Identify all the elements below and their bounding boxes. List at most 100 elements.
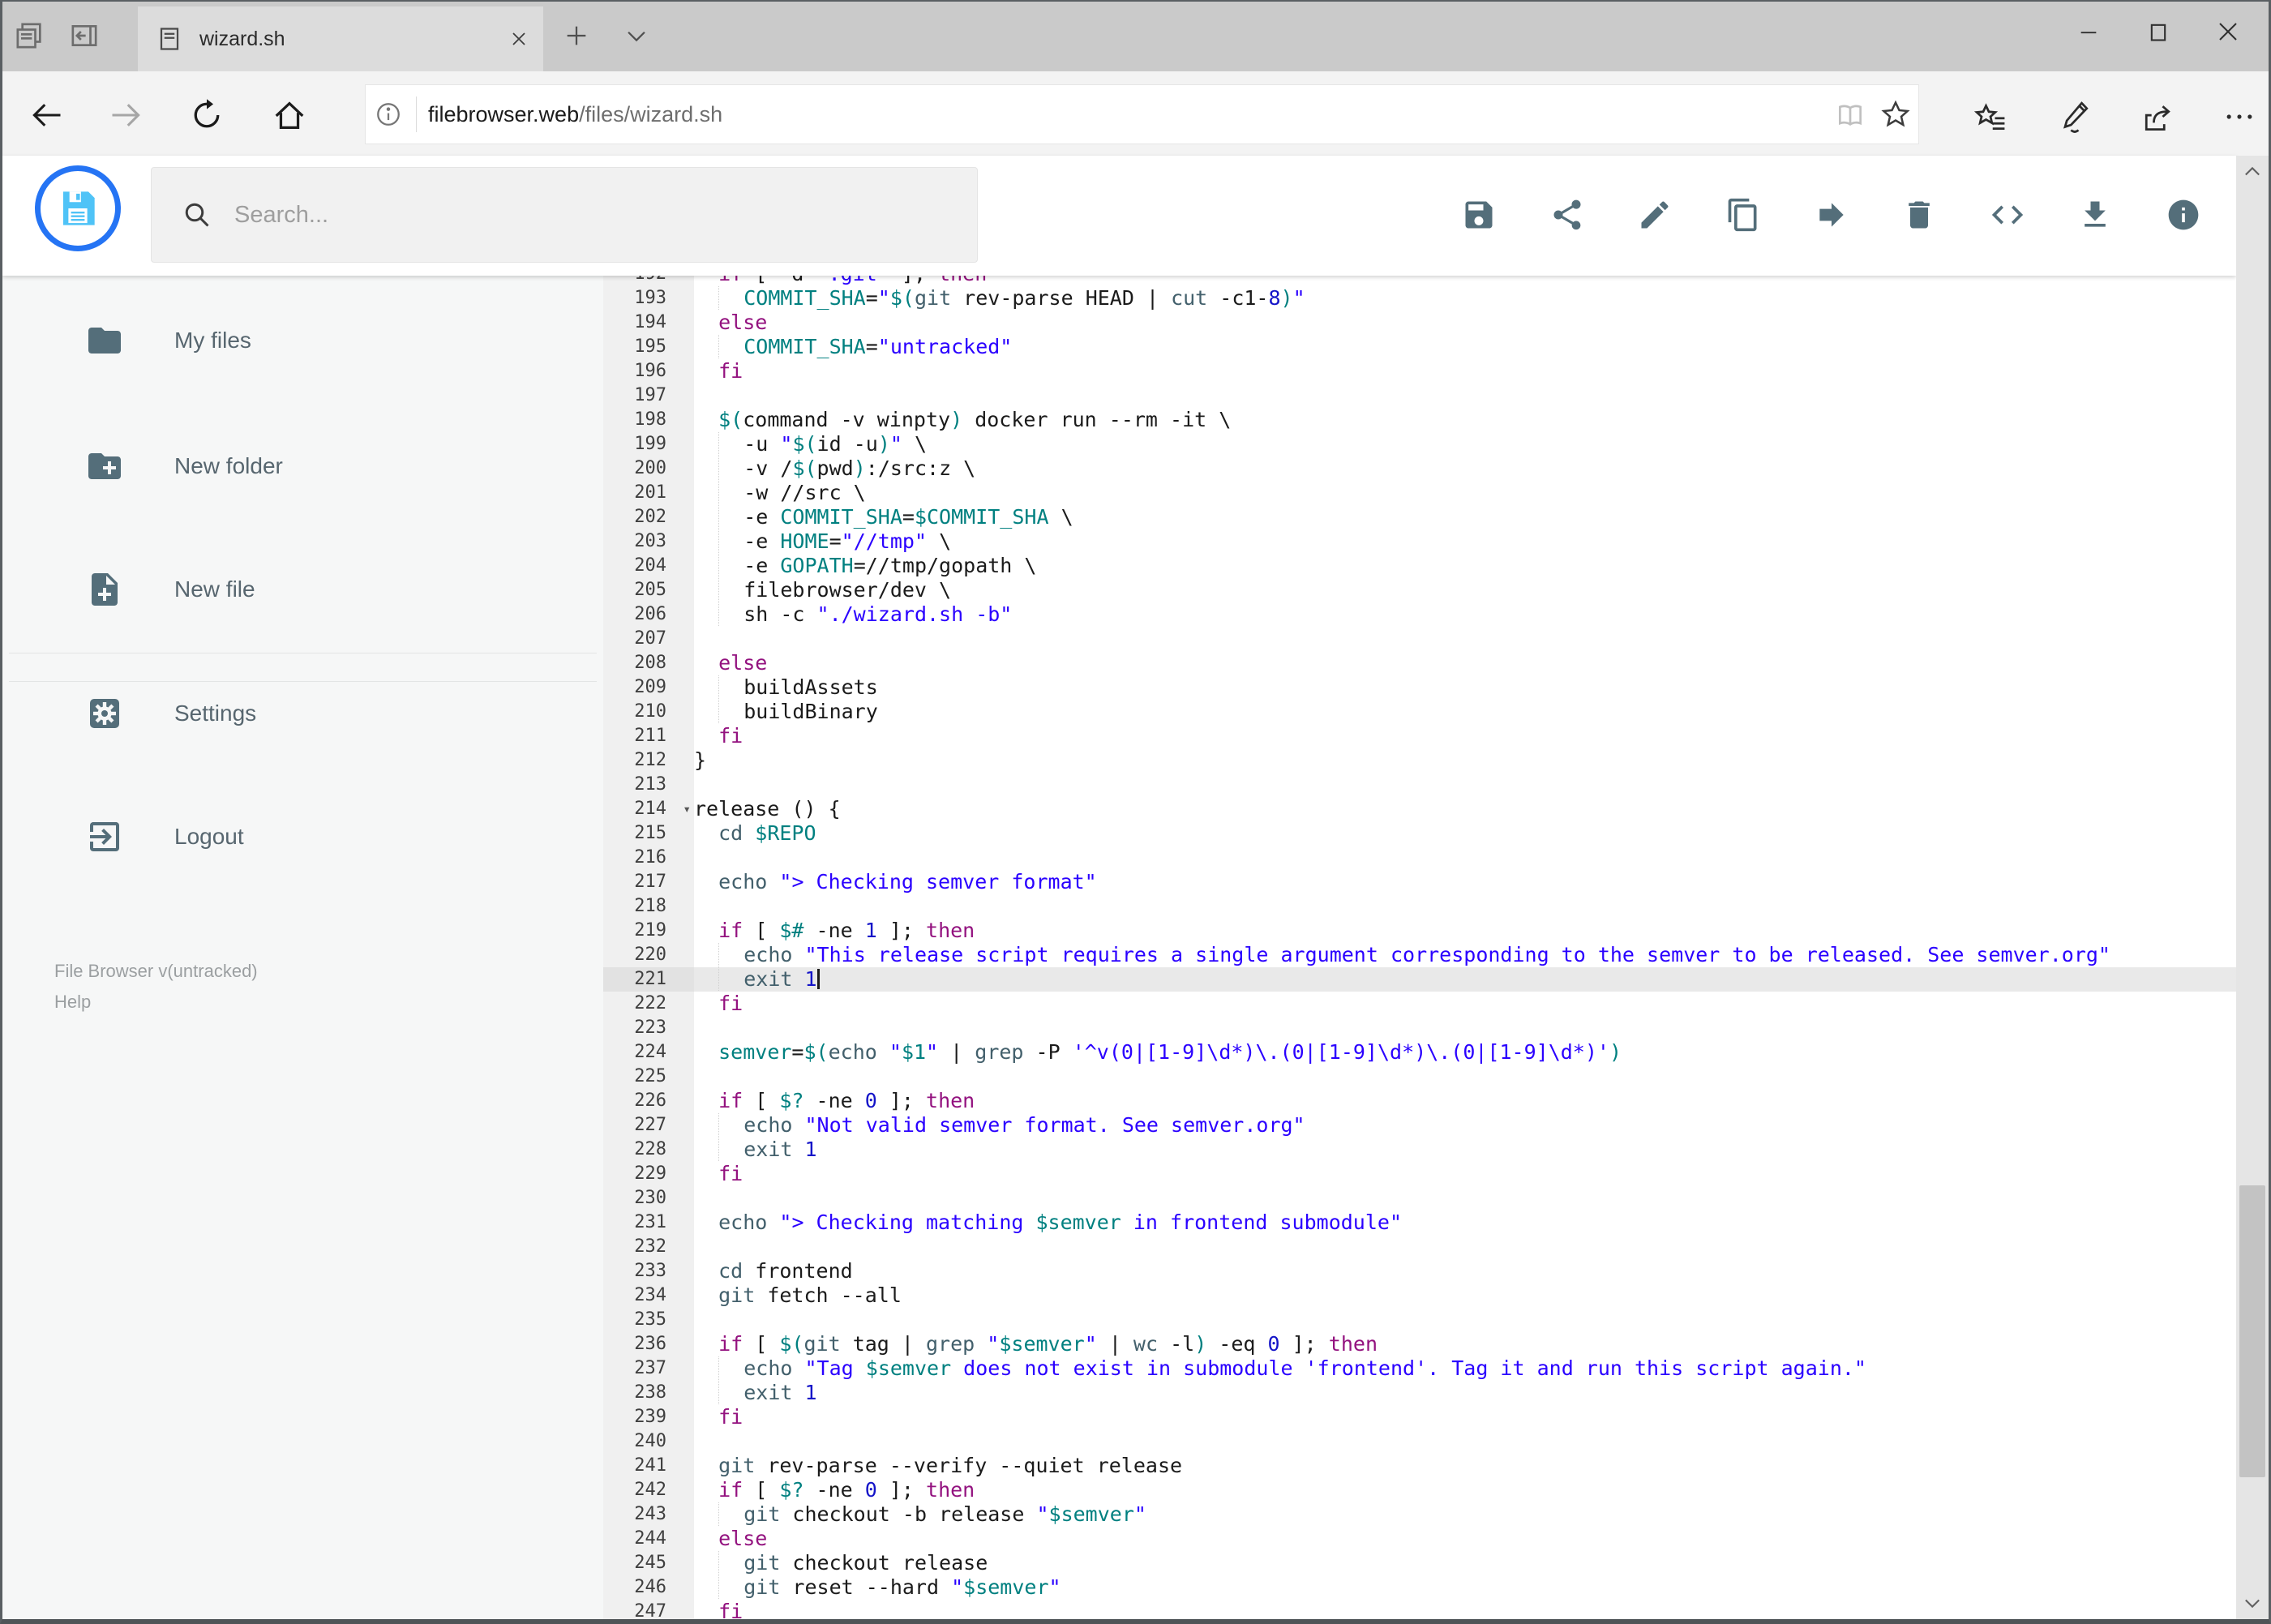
code-text[interactable]: if [ $? -ne 0 ]; then	[694, 1478, 2236, 1502]
code-line[interactable]: 232	[603, 1235, 2236, 1259]
maximize-button[interactable]	[2123, 6, 2193, 57]
code-text[interactable]: echo "> Checking matching $semver in fro…	[694, 1211, 2236, 1235]
code-text[interactable]: fi	[694, 1405, 2236, 1429]
code-line[interactable]: 235	[603, 1308, 2236, 1332]
code-text[interactable]: fi	[694, 1162, 2236, 1186]
code-text[interactable]: fi	[694, 359, 2236, 384]
code-line[interactable]: 193 COMMIT_SHA="$(git rev-parse HEAD | c…	[603, 286, 2236, 311]
fold-arrow-icon[interactable]: ▾	[683, 797, 691, 821]
code-line[interactable]: 227 echo "Not valid semver format. See s…	[603, 1113, 2236, 1138]
rename-button[interactable]	[1631, 191, 1678, 238]
page-scrollbar[interactable]	[2236, 156, 2269, 1619]
code-line[interactable]: 204 -e GOPATH=//tmp/gopath \	[603, 554, 2236, 578]
code-text[interactable]: if [ $# -ne 1 ]; then	[694, 919, 2236, 943]
help-link[interactable]: Help	[54, 992, 91, 1013]
restore-tabs-button[interactable]	[66, 18, 102, 54]
code-text[interactable]: -e HOME="//tmp" \	[694, 529, 2236, 554]
code-text[interactable]: release () {	[694, 797, 2236, 821]
code-line[interactable]: 196 fi	[603, 359, 2236, 384]
save-button[interactable]	[1455, 191, 1502, 238]
code-text[interactable]: semver=$(echo "$1" | grep -P '^v(0|[1-9]…	[694, 1040, 2236, 1065]
search-bar[interactable]	[151, 167, 978, 263]
forward-button[interactable]	[108, 97, 144, 133]
code-text[interactable]	[694, 1186, 2236, 1211]
code-text[interactable]: git checkout release	[694, 1551, 2236, 1575]
favorites-hub-button[interactable]	[1969, 96, 2012, 138]
refresh-button[interactable]	[189, 97, 225, 133]
code-editor[interactable]: 192 if [ -d ".git" ]; then193 COMMIT_SHA…	[603, 276, 2236, 1619]
code-text[interactable]	[694, 1016, 2236, 1040]
search-input[interactable]	[233, 200, 925, 229]
code-line[interactable]: 236 if [ $(git tag | grep "$semver" | wc…	[603, 1332, 2236, 1356]
code-line[interactable]: 195 COMMIT_SHA="untracked"	[603, 335, 2236, 359]
code-line[interactable]: 224 semver=$(echo "$1" | grep -P '^v(0|[…	[603, 1040, 2236, 1065]
code-line[interactable]: 222 fi	[603, 992, 2236, 1016]
code-line[interactable]: 207	[603, 627, 2236, 651]
code-text[interactable]: echo "This release script requires a sin…	[694, 943, 2236, 967]
code-line[interactable]: 220 echo "This release script requires a…	[603, 943, 2236, 967]
code-line[interactable]: 197	[603, 384, 2236, 408]
code-text[interactable]: echo "> Checking semver format"	[694, 870, 2236, 894]
code-line[interactable]: 238 exit 1	[603, 1381, 2236, 1405]
reading-view-button[interactable]	[1828, 92, 1873, 137]
address-bar[interactable]: filebrowser.web/files/wizard.sh	[365, 84, 1919, 144]
raw-code-button[interactable]	[1984, 191, 2031, 238]
code-text[interactable]: $(command -v winpty) docker run --rm -it…	[694, 408, 2236, 432]
code-text[interactable]	[694, 846, 2236, 870]
code-text[interactable]: fi	[694, 724, 2236, 748]
browser-menu-button[interactable]	[2218, 96, 2260, 138]
code-text[interactable]: -w //src \	[694, 481, 2236, 505]
code-text[interactable]: cd $REPO	[694, 821, 2236, 846]
code-text[interactable]: COMMIT_SHA="untracked"	[694, 335, 2236, 359]
sidebar-item-new-folder[interactable]: New folder	[2, 426, 603, 507]
code-line[interactable]: 237 echo "Tag $semver does not exist in …	[603, 1356, 2236, 1381]
code-line[interactable]: 225	[603, 1065, 2236, 1089]
code-text[interactable]: exit 1	[694, 967, 2236, 992]
code-text[interactable]: -e COMMIT_SHA=$COMMIT_SHA \	[694, 505, 2236, 529]
code-line[interactable]: 210 buildBinary	[603, 700, 2236, 724]
code-line[interactable]: 214 ▾ release () {	[603, 797, 2236, 821]
code-line[interactable]: 221 exit 1	[603, 967, 2236, 992]
code-text[interactable]: COMMIT_SHA="$(git rev-parse HEAD | cut -…	[694, 286, 2236, 311]
code-line[interactable]: 234 git fetch --all	[603, 1283, 2236, 1308]
code-line[interactable]: 208 else	[603, 651, 2236, 675]
site-info-icon[interactable]	[366, 92, 411, 137]
tab-close-button[interactable]	[501, 21, 537, 57]
annotate-button[interactable]	[2053, 96, 2095, 138]
code-text[interactable]: exit 1	[694, 1138, 2236, 1162]
code-text[interactable]: sh -c "./wizard.sh -b"	[694, 602, 2236, 627]
code-text[interactable]: echo "Not valid semver format. See semve…	[694, 1113, 2236, 1138]
code-text[interactable]: -v /$(pwd):/src:z \	[694, 456, 2236, 481]
download-button[interactable]	[2072, 191, 2119, 238]
code-line[interactable]: 198 $(command -v winpty) docker run --rm…	[603, 408, 2236, 432]
code-text[interactable]: cd frontend	[694, 1259, 2236, 1283]
code-text[interactable]: if [ -d ".git" ]; then	[694, 276, 2236, 286]
delete-button[interactable]	[1896, 191, 1943, 238]
code-text[interactable]	[694, 1308, 2236, 1332]
code-text[interactable]	[694, 894, 2236, 919]
sidebar-item-logout[interactable]: Logout	[2, 796, 603, 877]
code-text[interactable]	[694, 1429, 2236, 1454]
share-button[interactable]	[1544, 191, 1591, 238]
code-line[interactable]: 201 -w //src \	[603, 481, 2236, 505]
minimize-button[interactable]	[2054, 6, 2123, 57]
code-line[interactable]: 206 sh -c "./wizard.sh -b"	[603, 602, 2236, 627]
code-line[interactable]: 215 cd $REPO	[603, 821, 2236, 846]
code-text[interactable]: buildAssets	[694, 675, 2236, 700]
app-logo[interactable]	[35, 165, 121, 251]
code-line[interactable]: 239 fi	[603, 1405, 2236, 1429]
code-line[interactable]: 233 cd frontend	[603, 1259, 2236, 1283]
code-line[interactable]: 213	[603, 773, 2236, 797]
code-text[interactable]: -e GOPATH=//tmp/gopath \	[694, 554, 2236, 578]
code-text[interactable]: fi	[694, 1600, 2236, 1619]
move-button[interactable]	[1808, 191, 1855, 238]
code-line[interactable]: 217 echo "> Checking semver format"	[603, 870, 2236, 894]
code-text[interactable]: git rev-parse --verify --quiet release	[694, 1454, 2236, 1478]
code-line[interactable]: 231 echo "> Checking matching $semver in…	[603, 1211, 2236, 1235]
code-line[interactable]: 209 buildAssets	[603, 675, 2236, 700]
code-text[interactable]: if [ $(git tag | grep "$semver" | wc -l)…	[694, 1332, 2236, 1356]
code-line[interactable]: 202 -e COMMIT_SHA=$COMMIT_SHA \	[603, 505, 2236, 529]
code-text[interactable]: git checkout -b release "$semver"	[694, 1502, 2236, 1527]
code-text[interactable]: echo "Tag $semver does not exist in subm…	[694, 1356, 2236, 1381]
code-line[interactable]: 223	[603, 1016, 2236, 1040]
